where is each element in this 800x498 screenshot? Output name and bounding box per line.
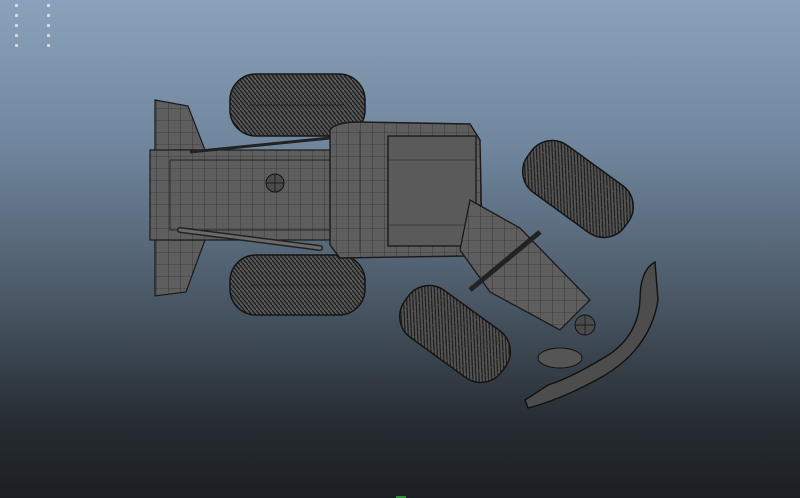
cab[interactable]	[329, 121, 483, 259]
front-tire-left[interactable]	[512, 130, 643, 247]
scene-model[interactable]	[0, 0, 800, 498]
3d-viewport[interactable]	[0, 0, 800, 498]
rear-tire-right[interactable]	[229, 254, 366, 316]
